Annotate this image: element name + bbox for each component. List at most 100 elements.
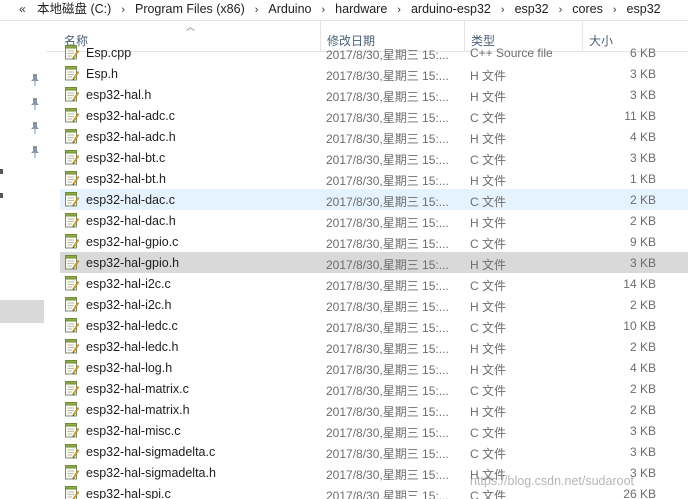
breadcrumb-item[interactable]: cores [572, 2, 603, 17]
source-file-icon [64, 66, 80, 81]
file-name[interactable]: esp32-hal-ledc.c [86, 319, 178, 333]
file-size: 3 KB [629, 256, 656, 270]
breadcrumb-overflow-chevron[interactable]: « [19, 2, 26, 16]
file-row[interactable]: Esp.cpp 2017/8/30,星期三 15:... C++ Source fi… [60, 42, 688, 63]
file-name[interactable]: Esp.cpp [86, 46, 131, 60]
file-list[interactable]: Esp.cpp 2017/8/30,星期三 15:... C++ Source fi… [46, 42, 688, 499]
breadcrumb-item[interactable]: Program Files (x86) [135, 2, 245, 17]
file-name[interactable]: esp32-hal-adc.c [86, 109, 175, 123]
file-size: 1 KB [629, 172, 656, 186]
file-row[interactable]: esp32-hal-bt.c 2017/8/30,星期三 15:... C 文件 3 … [60, 147, 688, 168]
pin-icon[interactable] [30, 74, 40, 86]
file-size: 3 KB [629, 151, 656, 165]
navigation-pane[interactable] [0, 21, 44, 499]
file-row[interactable]: esp32-hal-adc.c 2017/8/30,星期三 15:... C 文件 1… [60, 105, 688, 126]
file-name[interactable]: esp32-hal-misc.c [86, 424, 180, 438]
file-name[interactable]: esp32-hal.h [86, 88, 151, 102]
file-type: C 文件 [470, 489, 507, 499]
file-size: 9 KB [629, 235, 656, 249]
file-name[interactable]: esp32-hal-gpio.h [86, 256, 179, 270]
file-modified: 2017/8/30,星期三 15:... [326, 300, 449, 314]
file-name[interactable]: esp32-hal-bt.h [86, 172, 166, 186]
file-size: 3 KB [629, 424, 656, 438]
file-type: C 文件 [470, 237, 507, 251]
file-name[interactable]: esp32-hal-ledc.h [86, 340, 178, 354]
file-row[interactable]: esp32-hal-i2c.c 2017/8/30,星期三 15:... C 文件 1… [60, 273, 688, 294]
file-modified: 2017/8/30,星期三 15:... [326, 384, 449, 398]
file-name[interactable]: esp32-hal-matrix.h [86, 403, 190, 417]
source-file-icon [64, 402, 80, 417]
file-name[interactable]: esp32-hal-i2c.c [86, 277, 171, 291]
source-file-icon [64, 171, 80, 186]
file-name[interactable]: esp32-hal-matrix.c [86, 382, 189, 396]
breadcrumb-item[interactable]: esp32 [627, 2, 661, 17]
breadcrumb-separator-icon[interactable]: › [501, 4, 505, 16]
file-row[interactable]: esp32-hal-i2c.h 2017/8/30,星期三 15:... H 文件 2… [60, 294, 688, 315]
file-row[interactable]: Esp.h 2017/8/30,星期三 15:... H 文件 3 KB [60, 63, 688, 84]
breadcrumb-separator-icon[interactable]: › [397, 4, 401, 16]
file-row[interactable]: esp32-hal-sigmadelta.c 2017/8/30,星期三 15:.… [60, 441, 688, 462]
file-modified: 2017/8/30,星期三 15:... [326, 48, 449, 62]
file-modified: 2017/8/30,星期三 15:... [326, 111, 449, 125]
breadcrumb-separator-icon[interactable]: › [121, 4, 125, 16]
file-type: H 文件 [470, 69, 507, 83]
file-row[interactable]: esp32-hal-bt.h 2017/8/30,星期三 15:... H 文件 1 … [60, 168, 688, 189]
file-row[interactable]: esp32-hal-misc.c 2017/8/30,星期三 15:... C 文件… [60, 420, 688, 441]
address-bar[interactable]: « 本地磁盘 (C:) › Program Files (x86) › Arduino ›… [0, 0, 688, 21]
file-type: C 文件 [470, 384, 507, 398]
breadcrumb-separator-icon[interactable]: › [613, 4, 617, 16]
file-row[interactable]: esp32-hal-dac.c 2017/8/30,星期三 15:... C 文件 2… [60, 189, 688, 210]
breadcrumb-item[interactable]: hardware [335, 2, 387, 17]
file-row[interactable]: esp32-hal-gpio.h 2017/8/30,星期三 15:... H 文件… [60, 252, 688, 273]
file-size: 2 KB [629, 340, 656, 354]
file-row[interactable]: esp32-hal-dac.h 2017/8/30,星期三 15:... H 文件 2… [60, 210, 688, 231]
file-modified: 2017/8/30,星期三 15:... [326, 321, 449, 335]
file-name[interactable]: esp32-hal-spi.c [86, 487, 171, 499]
pin-icon[interactable] [30, 146, 40, 158]
source-file-icon [64, 486, 80, 499]
breadcrumb-separator-icon[interactable]: › [322, 4, 326, 16]
breadcrumb-item[interactable]: esp32 [515, 2, 549, 17]
nav-selected-item[interactable] [0, 300, 44, 323]
file-modified: 2017/8/30,星期三 15:... [326, 216, 449, 230]
file-name[interactable]: esp32-hal-dac.h [86, 214, 176, 228]
file-row[interactable]: esp32-hal-matrix.h 2017/8/30,星期三 15:... H … [60, 399, 688, 420]
file-name[interactable]: esp32-hal-i2c.h [86, 298, 171, 312]
breadcrumb-separator-icon[interactable]: › [255, 4, 259, 16]
file-modified: 2017/8/30,星期三 15:... [326, 174, 449, 188]
pin-icon[interactable] [30, 122, 40, 134]
file-type: C++ Source file [470, 46, 553, 60]
file-size: 3 KB [629, 67, 656, 81]
file-row[interactable]: esp32-hal-gpio.c 2017/8/30,星期三 15:... C 文件… [60, 231, 688, 252]
breadcrumb-item[interactable]: arduino-esp32 [411, 2, 491, 17]
file-row[interactable]: esp32-hal-matrix.c 2017/8/30,星期三 15:... C … [60, 378, 688, 399]
file-modified: 2017/8/30,星期三 15:... [326, 447, 449, 461]
file-size: 10 KB [623, 319, 656, 333]
file-size: 14 KB [623, 277, 656, 291]
file-row[interactable]: esp32-hal.h 2017/8/30,星期三 15:... H 文件 3 KB [60, 84, 688, 105]
file-name[interactable]: Esp.h [86, 67, 118, 81]
source-file-icon [64, 87, 80, 102]
file-row[interactable]: esp32-hal-adc.h 2017/8/30,星期三 15:... H 文件 4… [60, 126, 688, 147]
file-name[interactable]: esp32-hal-sigmadelta.h [86, 466, 216, 480]
file-name[interactable]: esp32-hal-dac.c [86, 193, 175, 207]
file-name[interactable]: esp32-hal-bt.c [86, 151, 165, 165]
breadcrumb-item[interactable]: 本地磁盘 (C:) [37, 2, 111, 17]
file-name[interactable]: esp32-hal-log.h [86, 361, 172, 375]
source-file-icon [64, 381, 80, 396]
breadcrumb-item[interactable]: Arduino [268, 2, 311, 17]
file-name[interactable]: esp32-hal-gpio.c [86, 235, 178, 249]
source-file-icon [64, 360, 80, 375]
file-name[interactable]: esp32-hal-sigmadelta.c [86, 445, 215, 459]
file-type: C 文件 [470, 447, 507, 461]
file-row[interactable]: esp32-hal-ledc.c 2017/8/30,星期三 15:... C 文件… [60, 315, 688, 336]
file-row[interactable]: esp32-hal-ledc.h 2017/8/30,星期三 15:... H 文件… [60, 336, 688, 357]
file-row[interactable]: esp32-hal-log.h 2017/8/30,星期三 15:... H 文件 4… [60, 357, 688, 378]
pin-icon[interactable] [30, 98, 40, 110]
file-size: 4 KB [629, 361, 656, 375]
file-name[interactable]: esp32-hal-adc.h [86, 130, 176, 144]
file-type: H 文件 [470, 405, 507, 419]
breadcrumb-separator-icon[interactable]: › [559, 4, 563, 16]
source-file-icon [64, 423, 80, 438]
source-file-icon [64, 234, 80, 249]
